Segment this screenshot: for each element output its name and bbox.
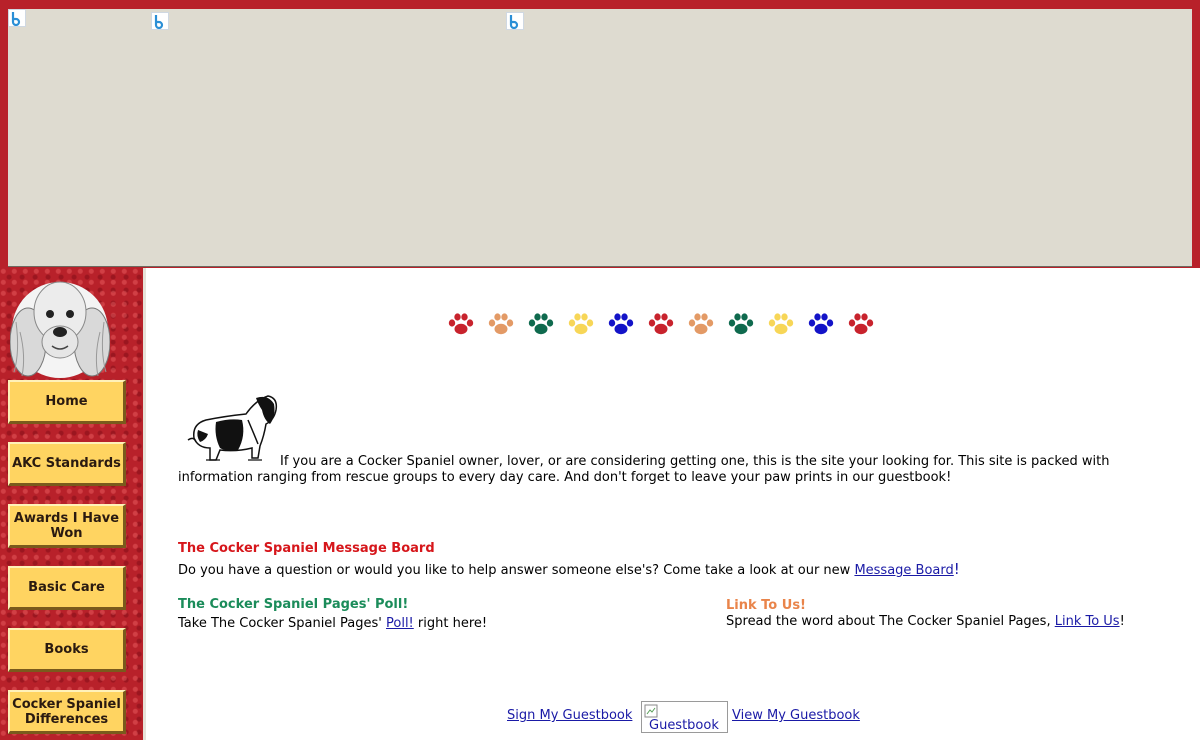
nav-basic-care-button[interactable]: Basic Care [8,566,126,610]
broken-image-icon [644,704,658,718]
intro-text: If you are a Cocker Spaniel owner, lover… [178,454,1110,485]
guestbook-image-alt: Guestbook [649,718,719,733]
paw-print-icon [681,312,721,338]
message-board-link[interactable]: Message Board [854,563,953,578]
nav-awards-button[interactable]: Awards I Have Won [8,504,126,548]
nav-differences-button[interactable]: Cocker Spaniel Differences [8,690,126,734]
paw-print-icon [561,312,601,338]
nav-books-button[interactable]: Books [8,628,126,672]
paw-print-icon [641,312,681,338]
poll-text-after: right here! [413,616,488,631]
paw-print-icon [761,312,801,338]
link-to-us-line: Spread the word about The Cocker Spaniel… [726,614,1125,629]
link-to-us-heading: Link To Us! [726,598,806,613]
paw-print-icon [841,312,881,338]
paw-print-icon [801,312,841,338]
poll-text: Take The Cocker Spaniel Pages' [178,616,386,631]
broken-image-icon[interactable] [8,9,26,27]
poll-link[interactable]: Poll! [386,616,414,631]
link-to-us-text: Spread the word about The Cocker Spaniel… [726,614,1055,629]
message-board-suffix: ! [953,560,960,578]
link-to-us-link[interactable]: Link To Us [1055,614,1120,629]
intro-paragraph: If you are a Cocker Spaniel owner, lover… [178,454,1153,486]
guestbook-image[interactable]: Guestbook [641,701,728,733]
nav-akc-standards-button[interactable]: AKC Standards [8,442,126,486]
poll-line: Take The Cocker Spaniel Pages' Poll! rig… [178,616,487,631]
sidebar-divider [143,268,146,740]
broken-image-icon[interactable] [506,12,524,30]
poll-heading: The Cocker Spaniel Pages' Poll! [178,597,409,612]
paw-print-icon [521,312,561,338]
paw-print-icon [481,312,521,338]
paw-print-icon [721,312,761,338]
sign-guestbook-link[interactable]: Sign My Guestbook [507,708,632,723]
broken-image-icon[interactable] [151,12,169,30]
paw-print-divider [441,312,881,338]
cocker-spaniel-head-image [10,281,110,378]
view-guestbook-link[interactable]: View My Guestbook [732,708,860,723]
paw-print-icon [441,312,481,338]
paw-print-icon [601,312,641,338]
cocker-spaniel-drawing [187,395,278,461]
message-board-text: Do you have a question or would you like… [178,563,855,578]
banner-area [8,9,1192,267]
top-frame [0,0,1200,268]
message-board-heading: The Cocker Spaniel Message Board [178,541,435,556]
link-to-us-suffix: ! [1119,614,1125,629]
nav-home-button[interactable]: Home [8,380,126,424]
message-board-line: Do you have a question or would you like… [178,560,960,578]
